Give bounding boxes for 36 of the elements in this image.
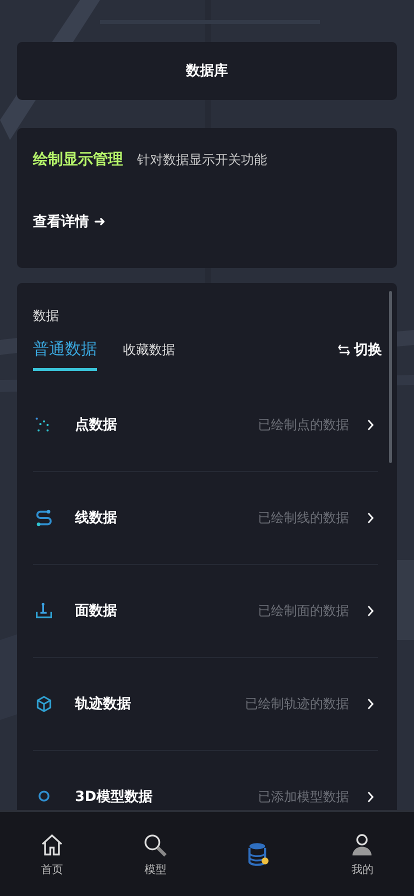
banner-title: 绘制显示管理 [33,150,123,169]
row-description: 已绘制线的数据 [258,510,349,527]
row-description: 已绘制面的数据 [258,603,349,620]
details-link[interactable]: 查看详情 ➜ [33,213,106,231]
row-title: 3D模型数据 [75,788,152,806]
row-title: 线数据 [75,509,117,527]
nav-tab[interactable]: 首页 [22,832,82,876]
switch-button[interactable]: 切换 [338,341,382,359]
row-description: 已添加模型数据 [258,789,349,806]
data-tab[interactable]: 收藏数据 [123,340,175,370]
row-title: 面数据 [75,602,117,620]
row-title: 轨迹数据 [75,695,131,713]
swap-icon [338,344,350,356]
row-title: 点数据 [75,416,117,434]
chevron-icon [367,419,374,431]
data-row[interactable]: 点数据 已绘制点的数据 [33,379,378,472]
path-icon [35,509,53,527]
search-icon [142,832,168,858]
tray-icon [35,602,53,620]
chevron-icon [367,698,374,710]
cube-icon [35,695,53,713]
chevron-icon [367,791,374,803]
banner-subtitle: 针对数据显示开关功能 [137,152,267,169]
data-row[interactable]: 轨迹数据 已绘制轨迹的数据 [33,658,378,751]
nav-tab[interactable]: 模型 [125,832,186,876]
chevron-icon [367,512,374,524]
scrollbar[interactable] [389,291,392,463]
row-description: 已绘制轨迹的数据 [245,696,349,713]
chevron-icon [367,605,374,617]
nav-tab[interactable]: 我的 [332,832,392,876]
data-row[interactable]: 线数据 已绘制线的数据 [33,472,378,565]
row-description: 已绘制点的数据 [258,417,349,434]
data-tab[interactable]: 普通数据 [33,339,97,371]
panel-heading: 数据 [33,308,59,325]
page-title: 数据库 [186,62,228,80]
data-row[interactable]: 面数据 已绘制面的数据 [33,565,378,658]
